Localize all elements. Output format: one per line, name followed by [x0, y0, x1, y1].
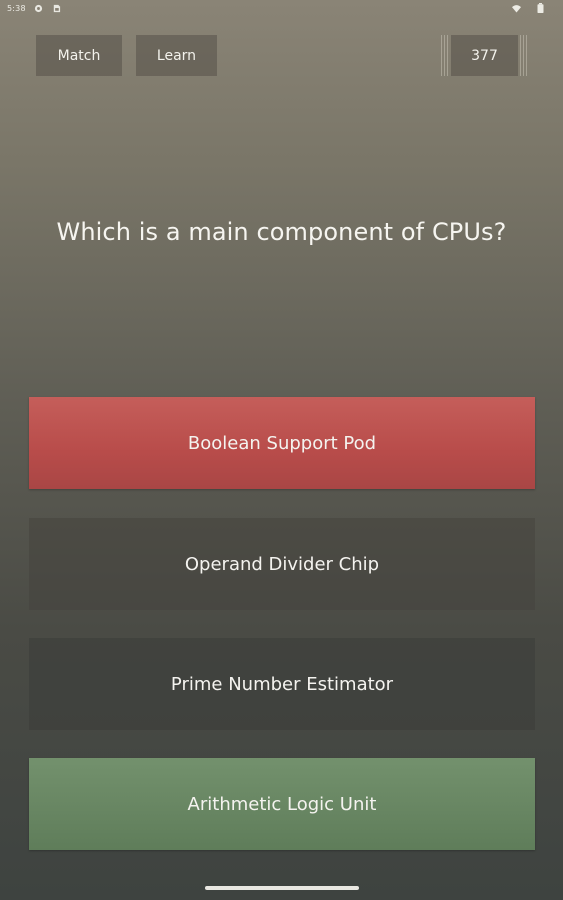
score-decoration-left: [441, 35, 449, 76]
answer-option-incorrect[interactable]: Boolean Support Pod: [29, 397, 535, 489]
answer-option-correct[interactable]: Arithmetic Logic Unit: [29, 758, 535, 850]
match-button[interactable]: Match: [36, 35, 122, 76]
sim-icon: [53, 4, 61, 13]
score-box: 377: [441, 35, 528, 76]
gesture-nav-handle[interactable]: [205, 886, 359, 890]
wifi-icon: [512, 5, 521, 13]
score-value: 377: [451, 35, 518, 76]
battery-icon: [537, 3, 544, 13]
gear-icon: [34, 4, 43, 13]
status-time: 5:38: [7, 4, 26, 13]
learn-button[interactable]: Learn: [136, 35, 217, 76]
question-text: Which is a main component of CPUs?: [56, 218, 507, 246]
score-decoration-right: [520, 35, 528, 76]
status-bar: 5:38: [0, 0, 563, 20]
answer-option[interactable]: Operand Divider Chip: [29, 518, 535, 610]
answer-option[interactable]: Prime Number Estimator: [29, 638, 535, 730]
